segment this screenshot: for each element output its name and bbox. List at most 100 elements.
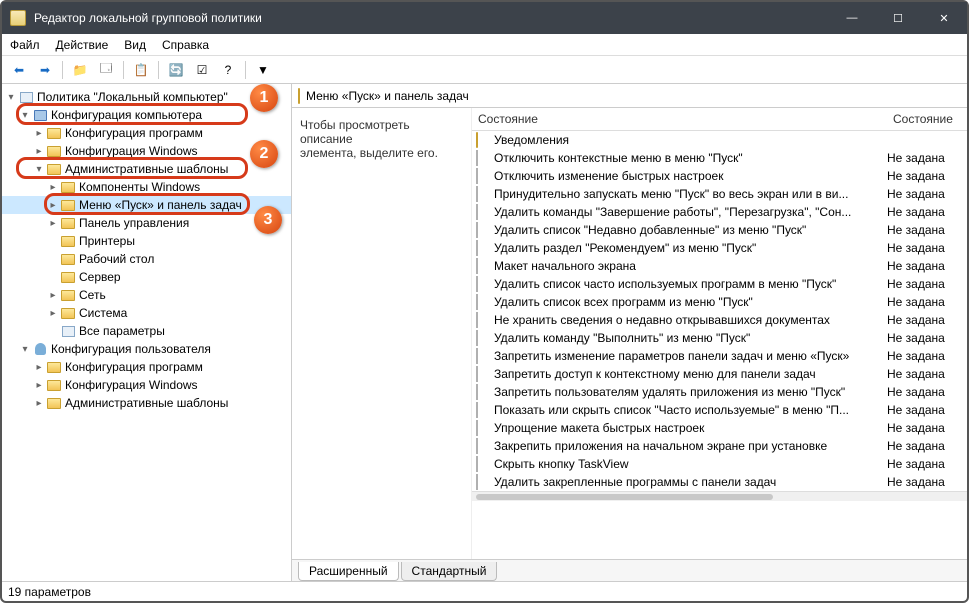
setting-icon	[476, 187, 492, 201]
item-name: Показать или скрыть список "Часто исполь…	[494, 403, 887, 417]
list-item[interactable]: Запретить пользователям удалять приложен…	[472, 383, 967, 401]
setting-icon	[476, 349, 492, 363]
maximize-button[interactable]: ☐	[875, 2, 921, 34]
list-item[interactable]: Не хранить сведения о недавно открывавши…	[472, 311, 967, 329]
list-item[interactable]: Уведомления	[472, 131, 967, 149]
tree-root[interactable]: ▾ Политика "Локальный компьютер"	[2, 88, 291, 106]
list-item[interactable]: Закрепить приложения на начальном экране…	[472, 437, 967, 455]
menu-file[interactable]: Файл	[10, 38, 40, 52]
item-state: Не задана	[887, 277, 967, 291]
tab-standard[interactable]: Стандартный	[401, 562, 498, 581]
view-tabs: Расширенный Стандартный	[292, 559, 967, 581]
properties-button[interactable]: ☑	[191, 59, 213, 81]
title-bar: Редактор локальной групповой политики — …	[2, 2, 967, 34]
menu-view[interactable]: Вид	[124, 38, 146, 52]
list-item[interactable]: Удалить раздел "Рекомендуем" из меню "Пу…	[472, 239, 967, 257]
setting-icon	[476, 169, 492, 183]
tree-item[interactable]: ▸Компоненты Windows	[2, 178, 291, 196]
list-item[interactable]: Удалить закрепленные программы с панели …	[472, 473, 967, 491]
item-name: Уведомления	[494, 133, 887, 147]
item-name: Удалить список всех программ из меню "Пу…	[494, 295, 887, 309]
hint-text: Чтобы просмотреть описание	[300, 118, 463, 146]
item-name: Принудительно запускать меню "Пуск" во в…	[494, 187, 887, 201]
item-name: Удалить команды "Завершение работы", "Пе…	[494, 205, 887, 219]
close-button[interactable]: ✕	[921, 2, 967, 34]
setting-icon	[476, 439, 492, 453]
menu-help[interactable]: Справка	[162, 38, 209, 52]
tree-label: Конфигурация компьютера	[51, 108, 202, 122]
menu-action[interactable]: Действие	[56, 38, 109, 52]
list-item[interactable]: Удалить список всех программ из меню "Пу…	[472, 293, 967, 311]
tree-admin-templates[interactable]: ▾Административные шаблоны	[2, 160, 291, 178]
list-header: Состояние Состояние	[472, 108, 967, 131]
list-item[interactable]: Удалить список часто используемых програ…	[472, 275, 967, 293]
tab-extended[interactable]: Расширенный	[298, 562, 399, 581]
item-state: Не задана	[887, 241, 967, 255]
item-state: Не задана	[887, 295, 967, 309]
tree-item[interactable]: ▸Конфигурация Windows	[2, 142, 291, 160]
tree-item[interactable]: ▸Конфигурация программ	[2, 124, 291, 142]
setting-icon	[476, 313, 492, 327]
list-item[interactable]: Скрыть кнопку TaskViewНе задана	[472, 455, 967, 473]
item-name: Не хранить сведения о недавно открывавши…	[494, 313, 887, 327]
forward-button[interactable]: ➡	[34, 59, 56, 81]
tree-item[interactable]: Рабочий стол	[2, 250, 291, 268]
refresh-button[interactable]: 🔄	[165, 59, 187, 81]
callout-3: 3	[254, 206, 282, 234]
tree-label: Панель управления	[79, 216, 189, 230]
item-state: Не задана	[887, 205, 967, 219]
show-hide-tree-button[interactable]: 🗔	[95, 59, 117, 81]
list-item[interactable]: Показать или скрыть список "Часто исполь…	[472, 401, 967, 419]
tree-item[interactable]: Все параметры	[2, 322, 291, 340]
export-button[interactable]: 📋	[130, 59, 152, 81]
column-state[interactable]: Состояние	[887, 108, 967, 130]
content-header: Меню «Пуск» и панель задач	[292, 84, 967, 108]
list-item[interactable]: Макет начального экранаНе задана	[472, 257, 967, 275]
up-button[interactable]: 📁	[69, 59, 91, 81]
tree-item[interactable]: Сервер	[2, 268, 291, 286]
list-item[interactable]: Запретить изменение параметров панели за…	[472, 347, 967, 365]
tree-label: Конфигурация программ	[65, 360, 203, 374]
item-state: Не задана	[887, 259, 967, 273]
tree-label: Конфигурация Windows	[65, 144, 198, 158]
setting-icon	[476, 295, 492, 309]
tree-item[interactable]: ▸Конфигурация программ	[2, 358, 291, 376]
tree-item[interactable]: ▸Панель управления	[2, 214, 291, 232]
item-name: Удалить раздел "Рекомендуем" из меню "Пу…	[494, 241, 887, 255]
item-name: Отключить изменение быстрых настроек	[494, 169, 887, 183]
filter-button[interactable]: ▼	[252, 59, 274, 81]
setting-icon	[476, 205, 492, 219]
toolbar: ⬅ ➡ 📁 🗔 📋 🔄 ☑ ? ▼	[2, 56, 967, 84]
tree-item[interactable]: ▸Конфигурация Windows	[2, 376, 291, 394]
horizontal-scrollbar[interactable]	[472, 491, 967, 501]
folder-icon	[476, 133, 492, 147]
list-item[interactable]: Упрощение макета быстрых настроекНе зада…	[472, 419, 967, 437]
setting-icon	[476, 475, 492, 489]
tree-label: Административные шаблоны	[65, 396, 228, 410]
column-state[interactable]: Состояние	[472, 108, 887, 130]
status-text: 19 параметров	[8, 585, 91, 599]
list-item[interactable]: Удалить список "Недавно добавленные" из …	[472, 221, 967, 239]
list-item[interactable]: Принудительно запускать меню "Пуск" во в…	[472, 185, 967, 203]
item-state: Не задана	[887, 385, 967, 399]
list-item[interactable]: Отключить контекстные меню в меню "Пуск"…	[472, 149, 967, 167]
tree-start-taskbar[interactable]: ▸Меню «Пуск» и панель задач	[2, 196, 291, 214]
tree-item[interactable]: ▸Сеть	[2, 286, 291, 304]
tree-item[interactable]: ▸Административные шаблоны	[2, 394, 291, 412]
list-pane[interactable]: Состояние Состояние Уведомления Отключить…	[472, 108, 967, 559]
item-state: Не задана	[887, 151, 967, 165]
tree-pane: ▾ Политика "Локальный компьютер" ▾ Конфи…	[2, 84, 292, 581]
tree-item[interactable]: ▸Система	[2, 304, 291, 322]
item-state: Не задана	[887, 439, 967, 453]
list-item[interactable]: Удалить команду "Выполнить" из меню "Пус…	[472, 329, 967, 347]
tree-computer-config[interactable]: ▾ Конфигурация компьютера	[2, 106, 291, 124]
tree-user-config[interactable]: ▾Конфигурация пользователя	[2, 340, 291, 358]
setting-icon	[476, 457, 492, 471]
back-button[interactable]: ⬅	[8, 59, 30, 81]
list-item[interactable]: Удалить команды "Завершение работы", "Пе…	[472, 203, 967, 221]
list-item[interactable]: Отключить изменение быстрых настроекНе з…	[472, 167, 967, 185]
help-button[interactable]: ?	[217, 59, 239, 81]
minimize-button[interactable]: —	[829, 2, 875, 34]
list-item[interactable]: Запретить доступ к контекстному меню для…	[472, 365, 967, 383]
tree-item[interactable]: Принтеры	[2, 232, 291, 250]
